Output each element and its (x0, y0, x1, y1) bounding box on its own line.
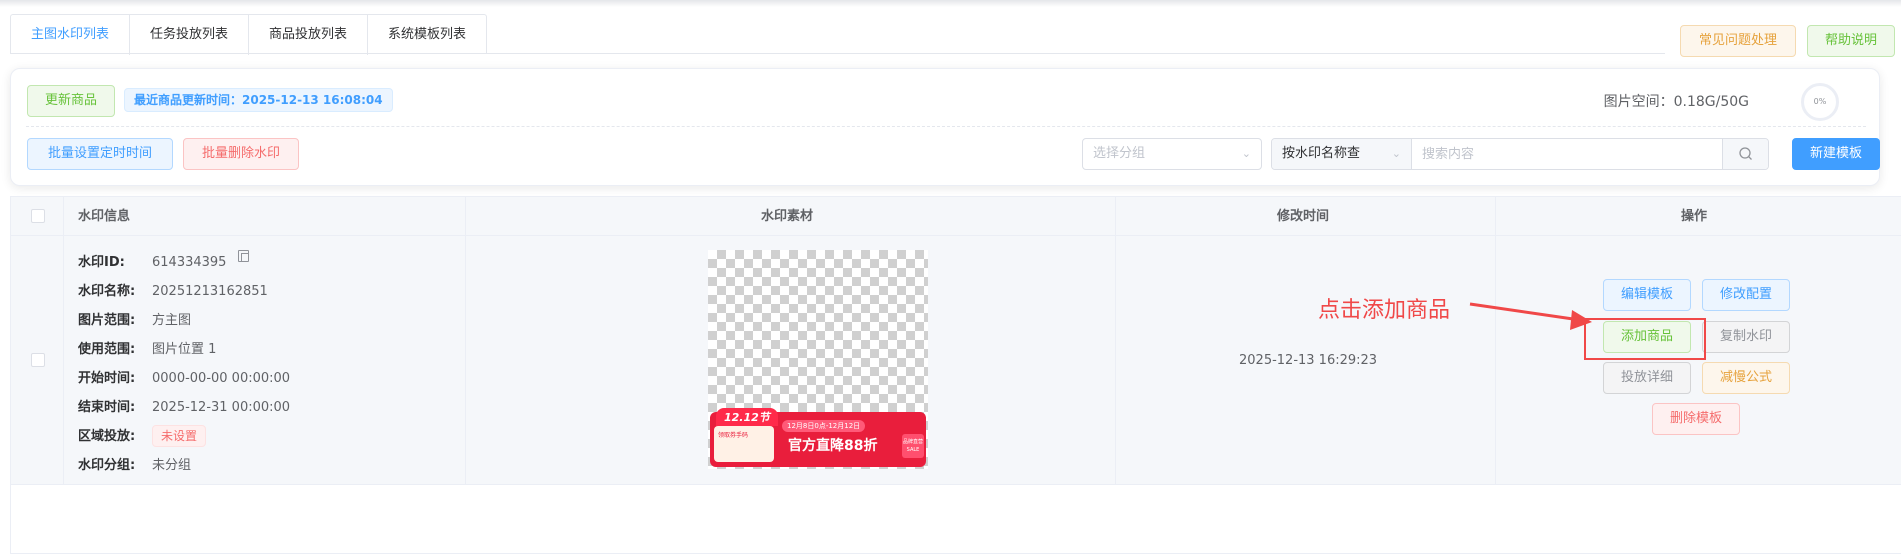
field-value: 方主图 (152, 313, 192, 328)
tab-system-template-list[interactable]: 系统模板列表 (367, 15, 486, 55)
info-row-id: 水印ID: 614334395 (78, 248, 290, 277)
modified-time: 2025-12-13 16:29:23 (1239, 353, 1378, 368)
field-value: 图片位置 1 (152, 342, 217, 357)
promo-banner: 12.12节 领取券手码 12月8日0点-12月12日 官方直降88折 品牌直营… (710, 408, 926, 467)
field-value: 0000-00-00 00:00:00 (152, 371, 291, 386)
banner-coupon: 领取券手码 (714, 426, 774, 462)
info-row-name: 水印名称: 20251213162851 (78, 277, 290, 306)
copy-watermark-button[interactable]: 复制水印 (1702, 321, 1790, 353)
annotation-text: 点击添加商品 (1318, 298, 1451, 323)
region-status-badge: 未设置 (152, 425, 207, 447)
help-button[interactable]: 帮助说明 (1807, 25, 1895, 57)
copy-icon[interactable] (238, 250, 250, 262)
info-row-usage-range: 使用范围: 图片位置 1 (78, 335, 290, 364)
col-divider (63, 197, 64, 485)
search-combo: 按水印名称查 ⌄ (1271, 138, 1769, 170)
space-progress-ring: 0% (1801, 83, 1839, 121)
field-value: 2025-12-31 00:00:00 (152, 400, 291, 415)
new-template-button[interactable]: 新建模板 (1792, 138, 1880, 170)
row-checkbox[interactable] (31, 353, 45, 367)
field-value: 614334395 (152, 255, 227, 270)
chevron-down-icon: ⌄ (1391, 147, 1401, 160)
search-icon (1739, 147, 1752, 160)
table-header: 水印信息 水印素材 修改时间 操作 (11, 197, 1901, 236)
delete-template-button[interactable]: 删除模板 (1652, 403, 1740, 435)
watermark-table: 水印信息 水印素材 修改时间 操作 水印ID: 614334395 水印名称: … (10, 196, 1901, 554)
tab-bar: 主图水印列表 任务投放列表 商品投放列表 系统模板列表 (10, 14, 488, 55)
select-all-checkbox[interactable] (31, 209, 45, 223)
annotation-arrow-icon (1469, 302, 1592, 330)
search-type-select[interactable]: 按水印名称查 ⌄ (1272, 139, 1412, 169)
toolbar-card: 更新商品 最近商品更新时间：2025-12-13 16:08:04 图片空间：0… (10, 68, 1880, 186)
tab-goods-list[interactable]: 商品投放列表 (248, 15, 367, 55)
col-divider (1115, 197, 1116, 485)
formula-button[interactable]: 减慢公式 (1702, 362, 1790, 394)
col-divider (1495, 197, 1496, 485)
tab-watermark-list[interactable]: 主图水印列表 (11, 15, 129, 55)
faq-button[interactable]: 常见问题处理 (1680, 25, 1796, 57)
info-row-start-time: 开始时间: 0000-00-00 00:00:00 (78, 364, 290, 393)
top-shadow (0, 0, 1901, 7)
group-select[interactable]: 选择分组 ⌄ (1082, 138, 1262, 170)
banner-tag: 品牌直营 SALE (902, 434, 924, 458)
table-row: 水印ID: 614334395 水印名称: 20251213162851 图片范… (11, 236, 1901, 485)
field-label: 结束时间: (78, 400, 136, 415)
col-divider (465, 197, 466, 485)
edit-template-button[interactable]: 编辑模板 (1603, 279, 1691, 311)
last-update-tag: 最近商品更新时间：2025-12-13 16:08:04 (124, 88, 393, 112)
banner-date: 12月8日0点-12月12日 (782, 420, 866, 432)
tab-task-list[interactable]: 任务投放列表 (129, 15, 248, 55)
field-label: 开始时间: (78, 371, 136, 386)
search-input[interactable] (1412, 139, 1722, 169)
field-value: 20251213162851 (152, 284, 268, 299)
watermark-info: 水印ID: 614334395 水印名称: 20251213162851 图片范… (78, 248, 290, 480)
annotation-highlight-box (1584, 318, 1706, 360)
batch-delete-button[interactable]: 批量删除水印 (183, 138, 299, 170)
field-value: 未分组 (152, 458, 192, 473)
search-type-label: 按水印名称查 (1282, 146, 1361, 161)
field-label: 水印ID: (78, 255, 125, 270)
info-row-end-time: 结束时间: 2025-12-31 00:00:00 (78, 393, 290, 422)
toolbar-divider (26, 126, 1866, 127)
field-label: 使用范围: (78, 342, 136, 357)
tab-divider (10, 53, 1665, 54)
chevron-down-icon: ⌄ (1241, 147, 1251, 160)
banner-headline: 官方直降88折 (788, 438, 878, 454)
search-button[interactable] (1722, 139, 1768, 169)
field-label: 图片范围: (78, 313, 136, 328)
field-label: 水印名称: (78, 284, 136, 299)
modify-config-button[interactable]: 修改配置 (1702, 279, 1790, 311)
field-label: 水印分组: (78, 458, 136, 473)
delivery-detail-button[interactable]: 投放详细 (1603, 362, 1691, 394)
update-goods-button[interactable]: 更新商品 (27, 85, 115, 117)
batch-schedule-button[interactable]: 批量设置定时时间 (27, 138, 173, 170)
info-row-region: 区域投放: 未设置 (78, 422, 290, 451)
col-watermark-info: 水印信息 (78, 209, 131, 224)
banner-badge: 12.12节 (716, 408, 778, 426)
group-select-placeholder: 选择分组 (1093, 146, 1146, 161)
info-row-group: 水印分组: 未分组 (78, 451, 290, 480)
watermark-preview: 12.12节 领取券手码 12月8日0点-12月12日 官方直降88折 品牌直营… (708, 250, 928, 469)
image-space-label: 图片空间：0.18G/50G (1603, 94, 1749, 110)
col-modified-time: 修改时间 (1277, 209, 1330, 224)
col-watermark-material: 水印素材 (761, 209, 814, 224)
info-row-image-range: 图片范围: 方主图 (78, 306, 290, 335)
col-actions: 操作 (1681, 209, 1708, 224)
field-label: 区域投放: (78, 429, 136, 444)
